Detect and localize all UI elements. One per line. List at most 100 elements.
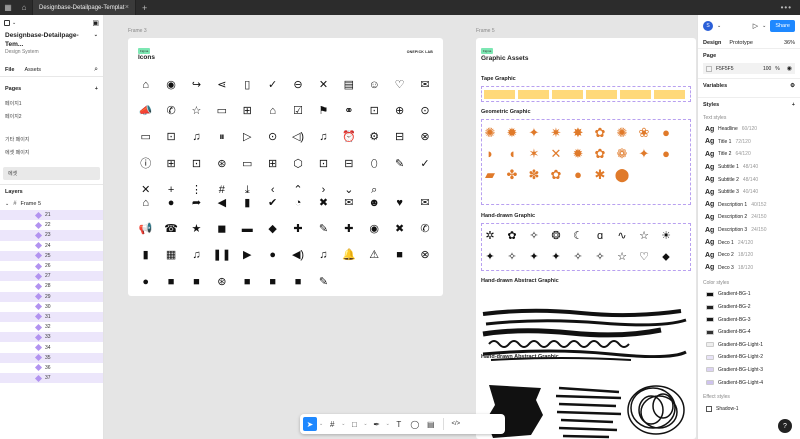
- chevron-down-icon[interactable]: ⌄: [386, 421, 390, 427]
- layer-item[interactable]: 32: [0, 322, 103, 332]
- chevron-down-icon[interactable]: ⌄: [319, 421, 323, 427]
- share-button[interactable]: Share: [770, 20, 795, 32]
- layer-item[interactable]: 22: [0, 220, 103, 230]
- chevron-down-icon[interactable]: ⌄: [341, 421, 345, 427]
- tab-prototype[interactable]: Prototype: [729, 40, 753, 46]
- file-title-row[interactable]: Designbase-Detailpage-Tem... ⌄: [0, 31, 103, 49]
- page-item[interactable]: 에셋 페이지: [0, 146, 103, 159]
- text-style-item[interactable]: Ag Deco 1 24/120: [698, 236, 800, 249]
- layer-item[interactable]: 25: [0, 250, 103, 261]
- canvas[interactable]: Frame 3 Frame 5 Figma ONEPICK LAB Icons …: [105, 15, 697, 439]
- color-swatch[interactable]: [706, 65, 712, 72]
- dev-mode-icon[interactable]: </>: [449, 417, 463, 431]
- eye-icon[interactable]: ◉: [787, 65, 792, 72]
- avatar[interactable]: S: [703, 21, 713, 31]
- hand-drawn-shape: ☀: [661, 230, 671, 242]
- more-icon[interactable]: •••: [781, 3, 800, 12]
- layer-item[interactable]: 27: [0, 271, 103, 282]
- text-style-item[interactable]: Ag Description 2 24/150: [698, 211, 800, 224]
- layer-item[interactable]: 34: [0, 342, 103, 352]
- comment-tool-icon[interactable]: ◯: [408, 417, 422, 431]
- text-tool-icon[interactable]: T: [392, 417, 406, 431]
- present-icon[interactable]: ▷: [753, 22, 758, 30]
- text-style-item[interactable]: Ag Title 1 72/120: [698, 136, 800, 149]
- tape-graphic: [654, 90, 685, 99]
- main-menu-button[interactable]: ⌄: [4, 20, 16, 26]
- chevron-down-icon[interactable]: ⌄: [717, 23, 721, 29]
- frame-tool-icon[interactable]: #: [325, 417, 339, 431]
- text-style-item[interactable]: Ag Headline 60/120: [698, 123, 800, 136]
- layer-item[interactable]: 28: [0, 281, 103, 291]
- color-style-item[interactable]: Gradient-BG-2: [698, 301, 800, 314]
- chevron-down-icon[interactable]: ⌄: [363, 421, 367, 427]
- variables-section[interactable]: Variables ⚙: [698, 79, 800, 93]
- layer-item[interactable]: 37: [0, 373, 103, 384]
- color-style-item[interactable]: Gradient-BG-4: [698, 326, 800, 339]
- layer-name: 24: [45, 242, 51, 249]
- tab-file[interactable]: File: [5, 67, 14, 73]
- page-item[interactable]: 페이지2: [0, 110, 103, 123]
- move-tool-icon[interactable]: ➤: [303, 417, 317, 431]
- page-color-value[interactable]: F5F5F5: [716, 66, 734, 72]
- color-style-item[interactable]: Gradient-BG-Light-4: [698, 376, 800, 389]
- color-style-item[interactable]: Gradient-BG-1: [698, 288, 800, 301]
- text-style-item[interactable]: Ag Deco 2 18/120: [698, 249, 800, 262]
- add-page-icon[interactable]: +: [95, 86, 98, 92]
- sidebar-toggle-icon[interactable]: ▣: [92, 19, 99, 27]
- layer-item[interactable]: 31: [0, 311, 103, 323]
- page-item[interactable]: 기타 페이지: [0, 133, 103, 146]
- tab-assets[interactable]: Assets: [24, 67, 41, 73]
- shape-tool-icon[interactable]: □: [347, 417, 361, 431]
- page-opacity-value[interactable]: 100: [763, 66, 771, 72]
- text-style-name: Description 1: [718, 201, 748, 208]
- page-item[interactable]: 페이지1: [0, 97, 103, 110]
- color-style-item[interactable]: Gradient-BG-Light-2: [698, 351, 800, 364]
- tab-design[interactable]: Design: [703, 40, 721, 46]
- add-style-icon[interactable]: +: [792, 102, 795, 108]
- layer-item[interactable]: 26: [0, 261, 103, 271]
- text-style-item[interactable]: Ag Subtitle 2 48/140: [698, 173, 800, 186]
- text-style-item[interactable]: Ag Subtitle 3 40/140: [698, 186, 800, 199]
- color-style-item[interactable]: Gradient-BG-3: [698, 313, 800, 326]
- pen-tool-icon[interactable]: ✒: [370, 417, 384, 431]
- home-icon[interactable]: ⌂: [16, 0, 32, 15]
- component-icon: [34, 211, 43, 219]
- layer-name: 33: [45, 334, 51, 341]
- page-fill-row[interactable]: F5F5F5 100 % ◉: [703, 63, 795, 74]
- layer-item[interactable]: 35: [0, 352, 103, 363]
- layer-frame-5[interactable]: ⌄ # Frame 5: [0, 198, 103, 210]
- frame3-label[interactable]: Frame 3: [128, 28, 147, 34]
- actions-tool-icon[interactable]: ▤: [424, 417, 438, 431]
- figma-menu-icon[interactable]: ▦: [0, 0, 16, 15]
- layer-item[interactable]: 21: [0, 210, 103, 221]
- zoom-level[interactable]: 36%: [784, 40, 795, 46]
- new-tab-icon[interactable]: +: [136, 3, 153, 13]
- frame-graphic-assets[interactable]: Figma Graphic Assets Tape Graphic Geomet…: [476, 38, 696, 439]
- close-tab-icon[interactable]: ×: [125, 4, 129, 11]
- layer-item[interactable]: 23: [0, 230, 103, 241]
- effect-style-item[interactable]: Shadow-1: [698, 403, 800, 415]
- page-item-selected[interactable]: 에셋: [3, 167, 100, 180]
- layer-item[interactable]: 36: [0, 363, 103, 373]
- text-style-item[interactable]: Ag Description 3 24/150: [698, 224, 800, 237]
- variables-settings-icon[interactable]: ⚙: [790, 83, 795, 89]
- layer-item[interactable]: 30: [0, 302, 103, 312]
- layer-item[interactable]: 33: [0, 332, 103, 343]
- color-style-item[interactable]: Gradient-BG-Light-1: [698, 339, 800, 352]
- chevron-down-icon[interactable]: ⌄: [762, 23, 766, 29]
- text-style-spec: 64/120: [735, 151, 751, 158]
- layer-item[interactable]: 24: [0, 241, 103, 251]
- text-style-item[interactable]: Ag Title 2 64/120: [698, 148, 800, 161]
- text-style-item[interactable]: Ag Deco 3 18/120: [698, 262, 800, 275]
- hand-drawn-shape: ♡: [639, 251, 649, 263]
- file-tab[interactable]: Designbase-Detailpage-Templat ×: [32, 0, 136, 15]
- text-style-item[interactable]: Ag Subtitle 1 48/140: [698, 161, 800, 174]
- solid-icon: ■: [396, 249, 403, 262]
- text-style-item[interactable]: Ag Description 1 40/152: [698, 199, 800, 212]
- search-icon[interactable]: ⌕: [94, 66, 98, 74]
- color-style-item[interactable]: Gradient-BG-Light-3: [698, 364, 800, 377]
- help-button[interactable]: ?: [778, 419, 792, 433]
- frame-icons[interactable]: Figma ONEPICK LAB Icons ⌂ ◉ ↪ ⋖ ▯ ✓ ⊖ ✕ ▤ ☺ ♡ ✉ 📣 ✆ ☆ ▭…: [128, 38, 443, 296]
- frame5-label[interactable]: Frame 5: [476, 28, 495, 34]
- layer-item[interactable]: 29: [0, 291, 103, 302]
